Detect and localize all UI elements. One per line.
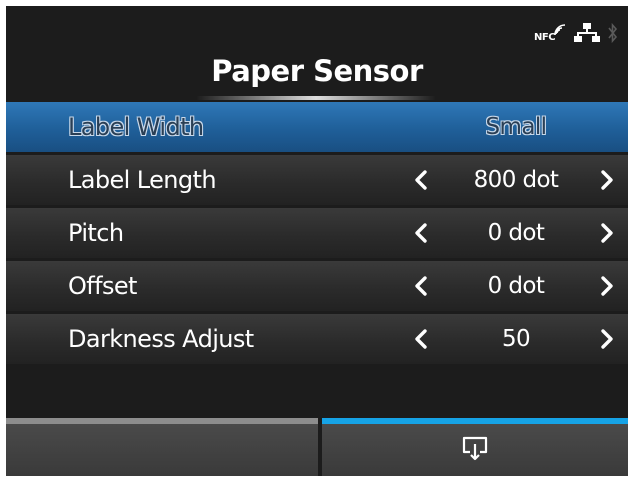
- setting-label: Darkness Adjust: [68, 325, 254, 353]
- decrease-arrow-icon[interactable]: [410, 221, 434, 245]
- setting-value: 800 dot: [473, 167, 559, 193]
- setting-row-label-width[interactable]: Label Width Small: [6, 102, 628, 152]
- increase-arrow-icon[interactable]: [594, 274, 618, 298]
- setting-row-offset[interactable]: Offset 0 dot: [6, 261, 628, 311]
- setting-label: Label Length: [68, 166, 217, 194]
- page-title: Paper Sensor: [211, 54, 423, 88]
- setting-label: Label Width: [68, 113, 204, 141]
- nfc-icon: NFC: [534, 22, 566, 44]
- setting-value: 0 dot: [487, 273, 545, 299]
- setting-label: Offset: [68, 272, 137, 300]
- bluetooth-icon: [608, 22, 618, 44]
- setting-row-darkness-adjust[interactable]: Darkness Adjust 50: [6, 314, 628, 364]
- printer-screen: NFC Paper Sensor Label Width Small Label…: [6, 6, 628, 476]
- increase-arrow-icon[interactable]: [594, 221, 618, 245]
- nfc-label: NFC: [534, 32, 556, 43]
- decrease-arrow-icon[interactable]: [410, 274, 434, 298]
- decrease-arrow-icon[interactable]: [410, 327, 434, 351]
- setting-label: Pitch: [68, 219, 124, 247]
- setting-row-label-length[interactable]: Label Length 800 dot: [6, 155, 628, 205]
- softkey-right-apply-button[interactable]: [322, 424, 628, 476]
- increase-arrow-icon[interactable]: [594, 168, 618, 192]
- softkey-left[interactable]: [6, 424, 318, 476]
- setting-value: Small: [485, 114, 547, 140]
- settings-list: Label Width Small Label Length 800 dot P…: [6, 102, 628, 367]
- decrease-arrow-icon[interactable]: [410, 168, 434, 192]
- network-icon: [574, 22, 600, 44]
- setting-row-pitch[interactable]: Pitch 0 dot: [6, 208, 628, 258]
- increase-arrow-icon[interactable]: [594, 327, 618, 351]
- status-bar: NFC: [534, 20, 618, 46]
- title-underline: [196, 96, 436, 100]
- setting-value: 50: [501, 326, 531, 352]
- apply-icon: [461, 435, 489, 465]
- setting-value: 0 dot: [487, 220, 545, 246]
